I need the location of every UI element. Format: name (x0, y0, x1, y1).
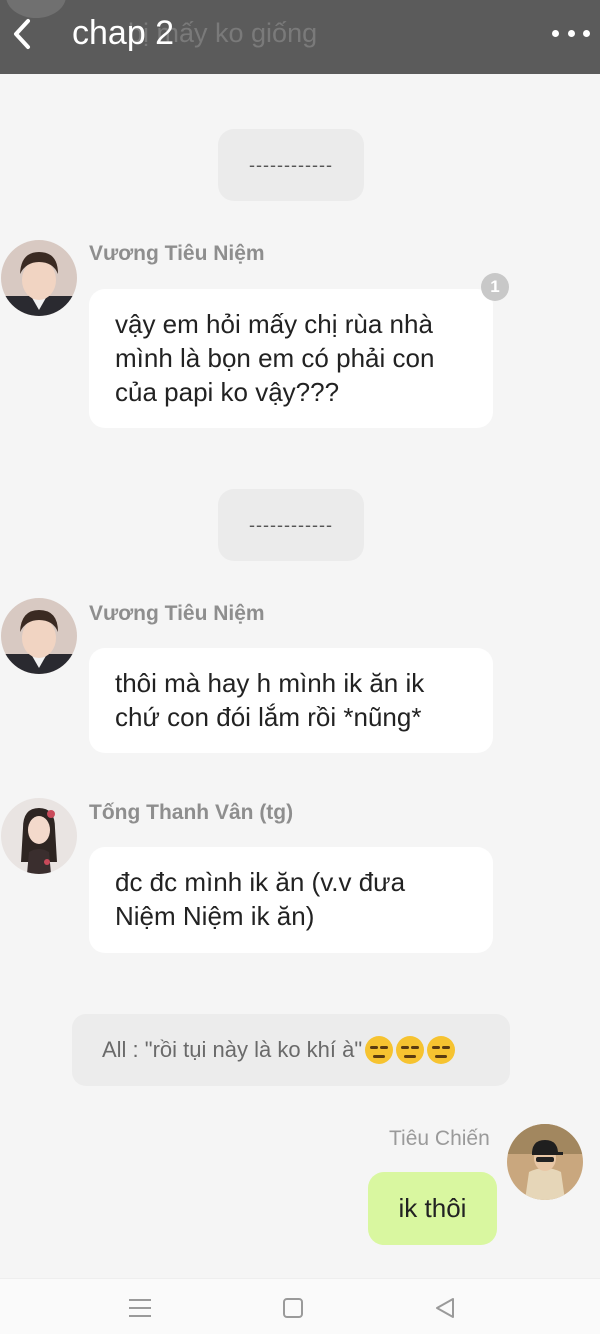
avatar-tong-thanh-van[interactable] (1, 798, 77, 874)
home-square-icon (283, 1298, 303, 1318)
message-line: Niệm Niệm ik ăn) (115, 901, 315, 931)
message-bubble[interactable]: đc đc mình ik ăn (v.v đưa Niệm Niệm ik ă… (89, 847, 493, 953)
message-line: đc đc mình ik ăn (v.v đưa (115, 867, 406, 897)
menu-icon (129, 1299, 151, 1301)
message-line: vậy em hỏi mấy chị rùa nhà (115, 309, 433, 339)
avatar-tieu-chien[interactable] (507, 1124, 583, 1200)
more-dots-icon (552, 29, 559, 37)
back-nav-button[interactable] (425, 1293, 465, 1323)
message-bubble[interactable]: vậy em hỏi mấy chị rùa nhà mình là bọn e… (89, 289, 493, 428)
home-button[interactable] (273, 1293, 313, 1323)
message-line: chứ con đói lắm rồi *nũng* (115, 702, 422, 732)
back-button[interactable] (2, 12, 42, 56)
sender-name: Tống Thanh Vân (tg) (89, 801, 294, 824)
system-message-text: All : "rồi tụi này là ko khí à" (102, 1037, 363, 1062)
avatar-vuong-tieu-niem[interactable] (1, 240, 77, 316)
outgoing-message-bubble[interactable]: ik thôi (368, 1172, 497, 1245)
message-bubble[interactable]: thôi mà hay h mình ik ăn ik chứ con đói … (89, 648, 493, 753)
expressionless-face-emoji (427, 1036, 456, 1064)
message-line: của papi ko vậy??? (115, 377, 340, 407)
chapter-divider: ------------ (218, 489, 364, 561)
system-navigation-bar (0, 1278, 600, 1334)
avatar-vuong-tieu-niem[interactable] (1, 598, 77, 674)
more-options-button[interactable] (548, 16, 594, 50)
expressionless-face-emoji (365, 1036, 394, 1064)
sender-name: Tiêu Chiến (389, 1127, 490, 1150)
chapter-divider: ------------ (218, 129, 364, 201)
unread-badge: 1 (481, 273, 509, 301)
menu-button[interactable] (120, 1293, 160, 1323)
sender-name: Vương Tiêu Niệm (89, 602, 265, 625)
message-line: mình là bọn em có phải con (115, 343, 435, 373)
chat-title: chap 2 (72, 14, 175, 52)
expressionless-face-emoji (396, 1036, 425, 1064)
chevron-left-icon (14, 19, 30, 49)
message-line: thôi mà hay h mình ik ăn ik (115, 668, 425, 698)
system-message: All : "rồi tụi này là ko khí à" (72, 1014, 510, 1086)
back-triangle-icon (436, 1298, 454, 1318)
sender-name: Vương Tiêu Niệm (89, 242, 265, 265)
chat-header: bị mấy ko giống chap 2 (0, 0, 600, 74)
